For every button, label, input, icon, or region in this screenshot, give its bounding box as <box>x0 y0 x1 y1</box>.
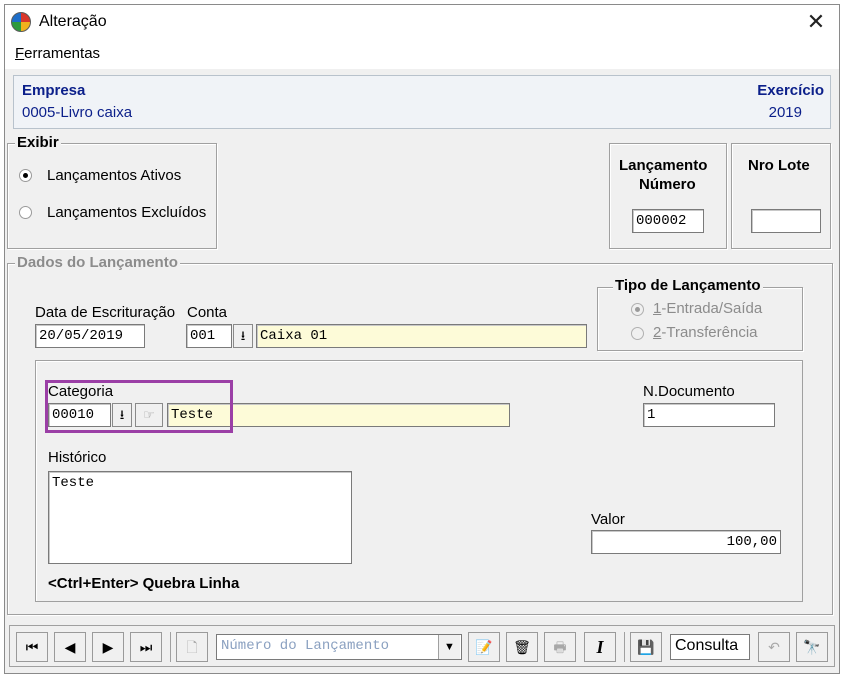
dados-lancamento-legend: Dados do Lançamento <box>15 254 180 271</box>
tipo-lancamento-group <box>597 287 803 351</box>
menu-ferramentas-label: erramentas <box>24 45 101 62</box>
historico-textarea[interactable]: Teste <box>48 471 352 564</box>
italic-button[interactable]: I <box>584 632 616 662</box>
down-arrow-icon: ⭳ <box>240 328 246 343</box>
save-icon: 💾 <box>637 639 655 655</box>
radio-lancamentos-ativos[interactable] <box>19 169 32 182</box>
next-record-button[interactable]: ▶ <box>92 632 124 662</box>
first-record-button[interactable]: ⏮ <box>16 632 48 662</box>
new-record-button[interactable]: 🗋 <box>176 632 208 662</box>
entrada-saida-text: -Entrada/Saída <box>661 300 763 317</box>
menu-ferramentas[interactable]: Ferramentas <box>15 45 100 62</box>
close-button[interactable]: ✕ <box>793 5 839 39</box>
radio-entrada-saida-label[interactable]: 1-Entrada/Saída <box>653 300 762 317</box>
menu-bar: Ferramentas <box>5 39 839 69</box>
tipo-lancamento-legend: Tipo de Lançamento <box>613 277 763 294</box>
title-bar: Alteração ✕ <box>5 5 839 39</box>
nro-lote-field[interactable] <box>751 209 821 233</box>
transferencia-text: -Transferência <box>661 324 758 341</box>
combo-dropdown-button[interactable]: ▼ <box>438 635 460 659</box>
menu-ferramentas-accesskey: F <box>15 45 25 62</box>
navigation-toolbar: ⏮ ◀ ▶ ⏭ 🗋 Número do Lançamento ▼ 📝 🗑 🖶 I… <box>9 625 835 667</box>
data-escrituracao-field[interactable]: 20/05/2019 <box>35 324 145 348</box>
radio-lancamentos-ativos-label[interactable]: Lançamentos Ativos <box>47 167 181 184</box>
historico-label: Histórico <box>48 449 107 466</box>
window-title: Alteração <box>39 13 107 30</box>
radio-transferencia[interactable] <box>631 327 644 340</box>
printer-icon: 🖶 <box>553 639 567 655</box>
edit-document-icon: 📝 <box>475 639 493 655</box>
chevron-down-icon: ▼ <box>444 641 455 653</box>
mode-field: Consulta <box>670 634 750 660</box>
window: Alteração ✕ Ferramentas Empresa 0005-Liv… <box>4 4 840 674</box>
new-document-icon: 🗋 <box>186 639 198 655</box>
ndocumento-label: N.Documento <box>643 383 735 400</box>
lancamento-search-combo[interactable]: Número do Lançamento <box>216 634 462 660</box>
delete-record-button[interactable]: 🗑 <box>506 632 538 662</box>
data-escrituracao-label: Data de Escrituração <box>35 304 176 321</box>
radio-transferencia-label[interactable]: 2-Transferência <box>653 324 758 341</box>
ndocumento-field[interactable]: 1 <box>643 403 775 427</box>
app-icon <box>11 12 31 32</box>
company-panel: Empresa 0005-Livro caixa Exercício 2019 <box>13 75 831 129</box>
conta-code-field[interactable]: 001 <box>186 324 232 348</box>
previous-record-icon: ◀ <box>64 639 76 655</box>
exibir-legend: Exibir <box>15 134 61 151</box>
undo-button[interactable]: ↶ <box>758 632 790 662</box>
exercicio-value: 2019 <box>768 104 802 121</box>
radio-lancamentos-excluidos-label[interactable]: Lançamentos Excluídos <box>47 204 206 221</box>
last-record-button[interactable]: ⏭ <box>130 632 162 662</box>
conta-lookup-button[interactable]: ⭳ <box>233 324 253 348</box>
valor-field[interactable]: 100,00 <box>591 530 781 554</box>
radio-lancamentos-excluidos[interactable] <box>19 206 32 219</box>
print-button[interactable]: 🖶 <box>544 632 576 662</box>
categoria-highlight <box>45 380 233 433</box>
first-record-icon: ⏮ <box>25 639 39 655</box>
toolbar-separator <box>624 632 625 662</box>
next-record-icon: ▶ <box>102 639 114 655</box>
last-record-icon: ⏭ <box>139 639 153 655</box>
edit-record-button[interactable]: 📝 <box>468 632 500 662</box>
lancamento-numero-label-2: Número <box>639 176 696 193</box>
conta-label: Conta <box>187 304 228 321</box>
exibir-group <box>7 143 217 249</box>
valor-label: Valor <box>591 511 625 528</box>
quebra-linha-hint: <Ctrl+Enter> Quebra Linha <box>48 575 240 592</box>
radio-entrada-saida[interactable] <box>631 303 644 316</box>
exercicio-label: Exercício <box>757 82 824 99</box>
binoculars-icon: 🔭 <box>803 639 821 655</box>
lancamento-numero-label-1: Lançamento <box>619 157 708 174</box>
save-button[interactable]: 💾 <box>630 632 662 662</box>
italic-icon: I <box>596 637 604 657</box>
conta-name-field[interactable]: Caixa 01 <box>256 324 587 348</box>
lancamento-numero-field[interactable]: 000002 <box>632 209 704 233</box>
toolbar-separator <box>170 632 171 662</box>
previous-record-button[interactable]: ◀ <box>54 632 86 662</box>
nro-lote-label: Nro Lote <box>748 157 810 174</box>
undo-icon: ↶ <box>768 639 780 655</box>
empresa-value: 0005-Livro caixa <box>22 104 133 121</box>
find-button[interactable]: 🔭 <box>796 632 828 662</box>
trash-icon: 🗑 <box>513 639 531 655</box>
empresa-label: Empresa <box>22 82 86 99</box>
